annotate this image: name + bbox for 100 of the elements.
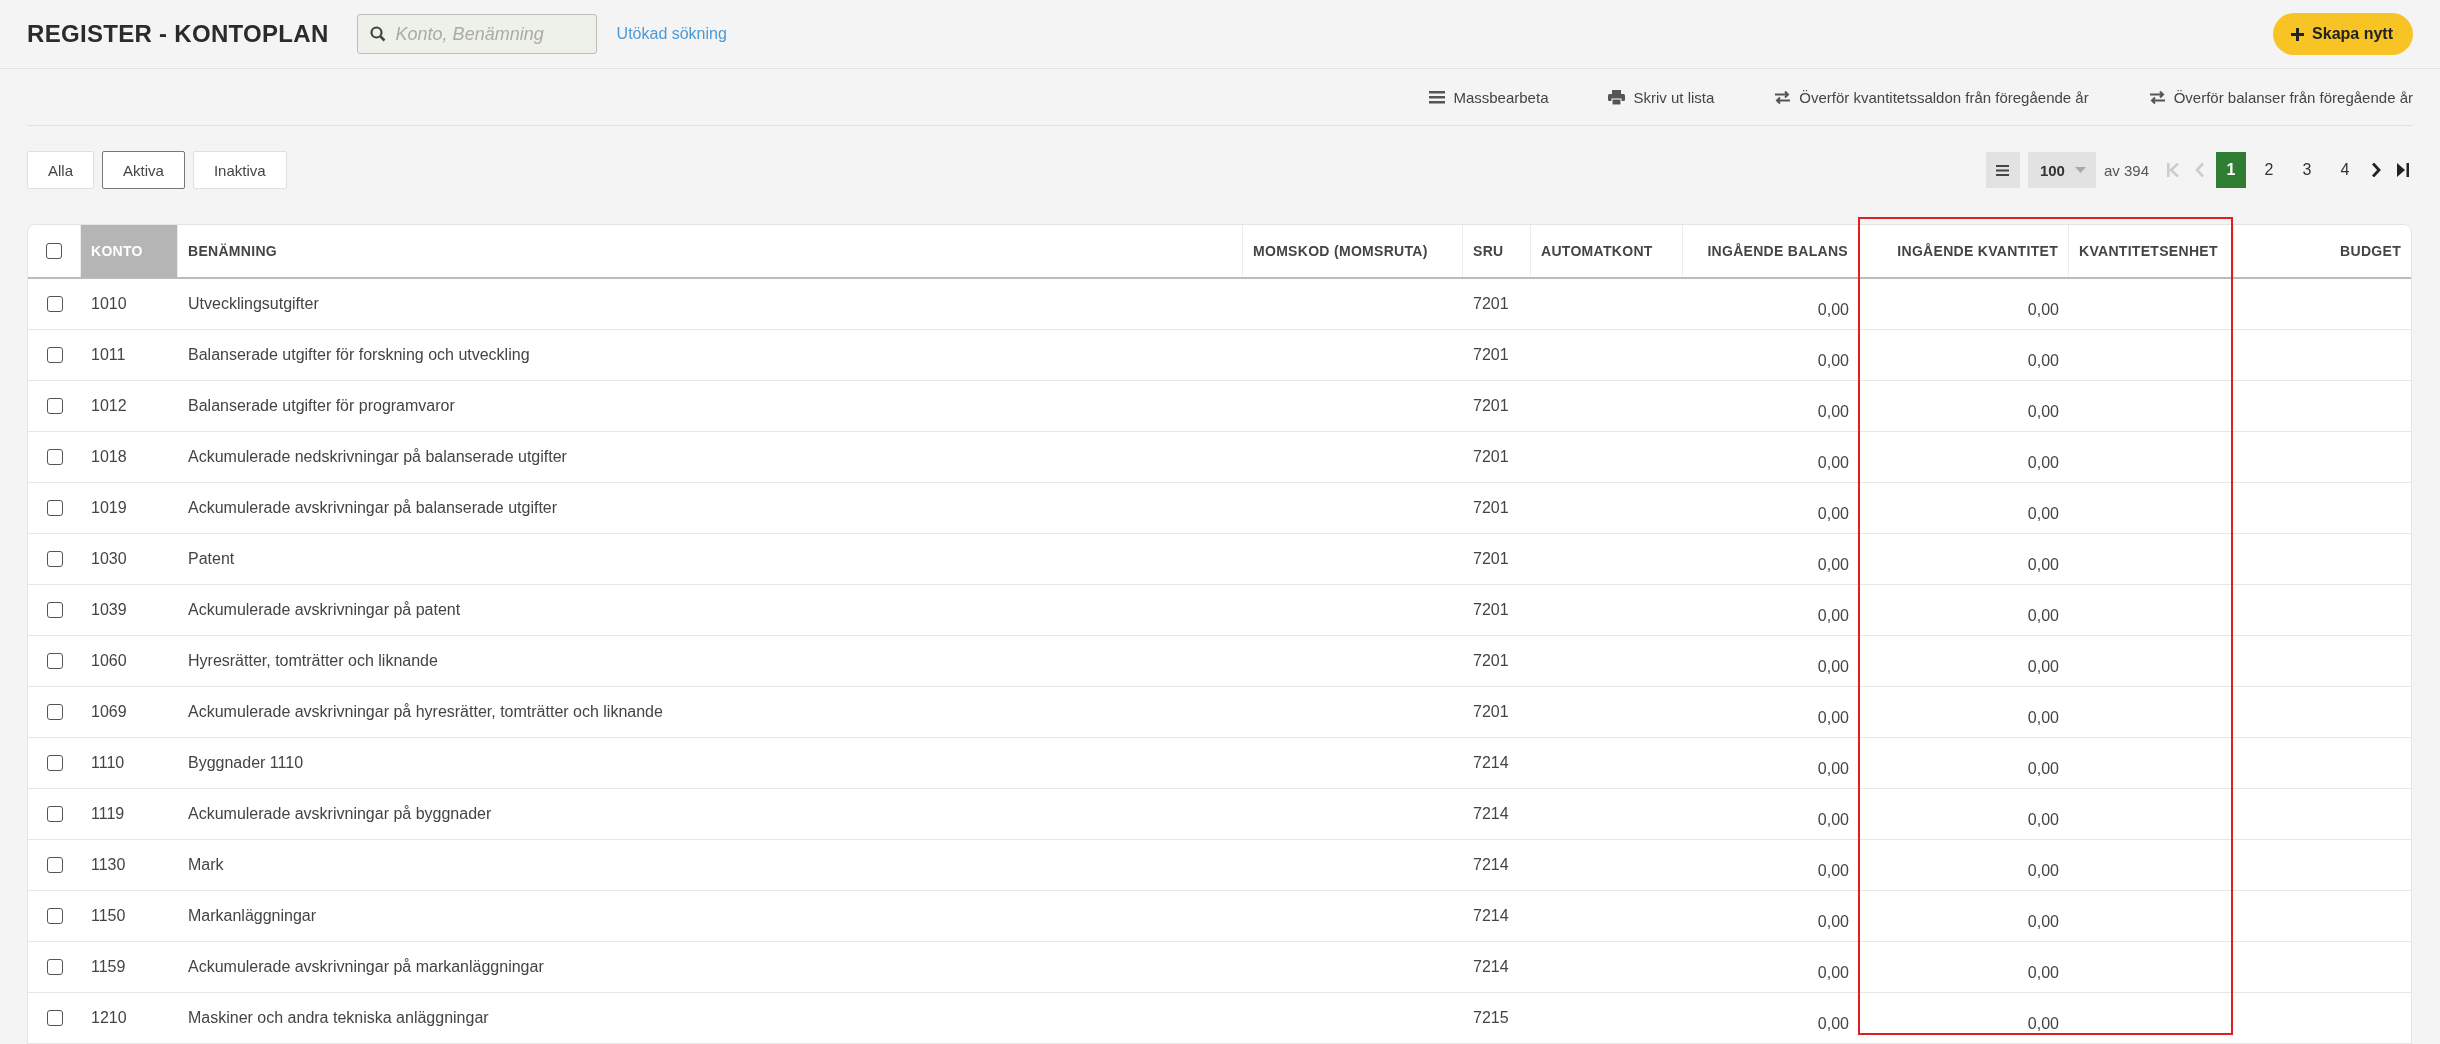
table-cell: 1060 [91,652,127,670]
table-cell: 7214 [1473,958,1509,976]
row-checkbox[interactable] [46,806,63,822]
column-header[interactable]: SRU [1463,225,1531,277]
table-cell: 7201 [1473,397,1509,415]
column-header[interactable]: AUTOMATKONT [1531,225,1683,277]
page-button[interactable]: 4 [2330,152,2360,188]
filter-tab[interactable]: Inaktiva [192,151,287,189]
table-cell: 0,00 [2027,709,2059,727]
table-cell: 0,00 [1817,454,1849,472]
table-cell: Ackumulerade nedskrivningar på balanserade utgifter [188,448,567,466]
row-checkbox[interactable] [46,704,63,720]
toolbar-button[interactable]: Massbearbeta [1429,88,1549,106]
table-cell: 1210 [91,1009,127,1027]
table-cell: 7214 [1473,907,1509,925]
table-cell: Ackumulerade avskrivningar på balanserade utgifter [188,499,558,517]
table-cell: 7214 [1473,754,1509,772]
filter-tab[interactable]: Alla [27,151,94,189]
row-checkbox[interactable] [46,857,63,873]
create-new-button[interactable]: Skapa nytt [2273,13,2413,55]
table-cell: 7214 [1473,856,1509,874]
table-cell: 1018 [91,448,127,466]
table-cell: 0,00 [1817,607,1849,625]
table-cell: 0,00 [1817,760,1849,778]
page-button[interactable]: 1 [2216,152,2246,188]
plus-icon [2291,27,2305,41]
row-checkbox[interactable] [46,500,63,516]
filter-tab[interactable]: Aktiva [102,151,185,189]
toolbar-button[interactable]: Skriv ut lista [1608,88,1715,106]
table-cell: 0,00 [1817,352,1849,370]
table-cell: 1159 [91,958,126,976]
toolbar-button[interactable]: Överför kvantitetssaldon från föregående år [1774,88,2089,106]
table-cell: 1012 [91,397,127,415]
row-checkbox[interactable] [46,296,63,312]
page-button[interactable]: 3 [2292,152,2322,188]
table-cell: 0,00 [1817,1015,1849,1033]
table-cell: 0,00 [2027,352,2059,370]
table-cell: 1119 [91,805,125,823]
search-icon [369,26,386,42]
toolbar-button[interactable]: Överför balanser från föregående år [2148,88,2413,106]
row-checkbox[interactable] [46,551,63,567]
row-checkbox[interactable] [46,653,63,669]
chevron-left-icon [2195,163,2204,177]
column-header[interactable]: MOMSKOD (MOMSRUTA) [1243,225,1463,277]
transfer-arrows-icon [2148,90,2166,104]
row-checkbox[interactable] [46,398,63,414]
column-header[interactable]: INGÅENDE KVANTITET [1859,225,2069,277]
table-cell: 0,00 [2027,454,2059,472]
search-field[interactable]: Konto, Benämning [356,14,597,54]
first-page-icon [2167,163,2179,177]
row-checkbox[interactable] [46,449,63,465]
select-all-checkbox[interactable] [46,243,62,259]
column-header[interactable]: BUDGET [2234,225,2411,277]
row-checkbox[interactable] [46,755,63,771]
row-checkbox[interactable] [46,959,63,975]
row-checkbox[interactable] [46,347,63,363]
table-cell: 0,00 [2027,607,2059,625]
chevron-right-icon [2372,163,2381,177]
printer-icon [1608,89,1626,105]
table-cell: 0,00 [2027,964,2059,982]
list-view-button[interactable] [1985,152,2020,188]
row-checkbox[interactable] [46,908,63,924]
table-cell: 0,00 [2027,658,2059,676]
table-cell: 1130 [91,856,126,874]
table-cell: Ackumulerade avskrivningar på patent [188,601,461,619]
column-header[interactable]: BENÄMNING [178,225,1243,277]
table-cell: 0,00 [1817,658,1849,676]
table-cell: 7201 [1473,499,1509,517]
table-cell: 0,00 [1817,964,1849,982]
table-cell: 1030 [91,550,127,568]
column-header[interactable]: INGÅENDE BALANS [1683,225,1859,277]
table-cell: 1069 [91,703,127,721]
table-cell: 0,00 [2027,1015,2059,1033]
table-cell: 0,00 [2027,862,2059,880]
total-count: av 394 [2103,161,2149,179]
table-cell: 1039 [91,601,127,619]
table-cell: 0,00 [1817,505,1849,523]
table-cell: 0,00 [1817,862,1849,880]
table-cell: Balanserade utgifter för forskning och utveckling [188,346,530,364]
table-cell: Ackumulerade avskrivningar på byggnader [188,805,492,823]
per-page-select[interactable]: 100 [2027,152,2096,188]
table-cell: 7201 [1473,295,1509,313]
table-cell: 7201 [1473,448,1509,466]
table-cell: 7201 [1473,346,1509,364]
row-checkbox[interactable] [46,602,63,618]
table-cell: 7201 [1473,550,1509,568]
menu-icon [1996,164,2010,176]
page-button[interactable]: 2 [2254,152,2284,188]
table-cell: 0,00 [2027,811,2059,829]
column-header[interactable]: KVANTITETSENHET [2069,225,2234,277]
table-cell: 0,00 [1817,403,1849,421]
table-cell: 7201 [1473,703,1509,721]
table-cell: 0,00 [2027,301,2059,319]
table-cell: 0,00 [2027,505,2059,523]
caret-icon [2074,167,2086,173]
table-cell: 0,00 [1817,301,1849,319]
table-cell: Maskiner och andra tekniska anläggningar [188,1009,489,1027]
transfer-arrows-icon [1774,90,1792,104]
row-checkbox[interactable] [46,1010,63,1026]
table-cell: Balanserade utgifter för programvaror [188,397,455,415]
